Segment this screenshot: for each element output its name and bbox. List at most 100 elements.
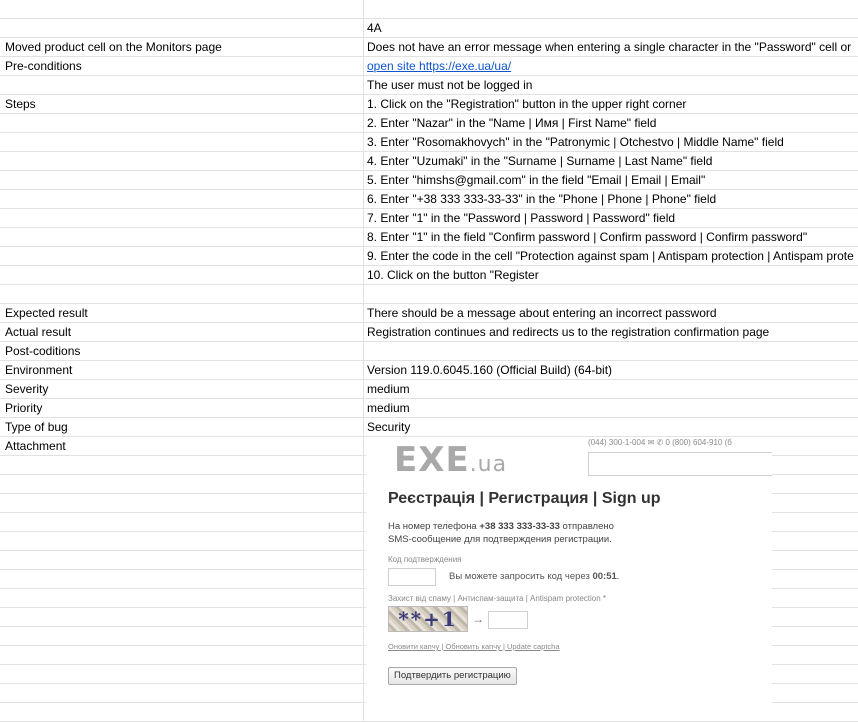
value-cell[interactable]: 6. Enter "+38 333 333-33-33" in the "Pho… (364, 190, 858, 208)
label-cell[interactable]: Environment (0, 361, 364, 379)
label-cell[interactable]: Type of bug (0, 418, 364, 436)
search-input[interactable] (588, 452, 772, 476)
antispam-label: Захист від спаму | Антиспам-защита | Ant… (388, 594, 607, 603)
value-cell[interactable]: open site https://exe.ua/ua/ (364, 57, 858, 75)
table-row: Moved product cell on the Monitors page D… (0, 38, 858, 57)
label-cell[interactable] (0, 532, 364, 550)
value-cell[interactable]: 10. Click on the button "Register (364, 266, 858, 284)
table-row: 9. Enter the code in the cell "Protectio… (0, 247, 858, 266)
label-cell[interactable]: Severity (0, 380, 364, 398)
label-cell[interactable] (0, 19, 364, 37)
value-cell[interactable]: 9. Enter the code in the cell "Protectio… (364, 247, 858, 265)
label-cell[interactable] (0, 114, 364, 132)
label-cell[interactable] (0, 684, 364, 702)
value-cell[interactable]: medium (364, 399, 858, 417)
label-cell[interactable] (0, 133, 364, 151)
label-cell[interactable] (0, 608, 364, 626)
label-cell[interactable] (0, 76, 364, 94)
table-row: Priority medium (0, 399, 858, 418)
table-row (0, 285, 858, 304)
label-cell[interactable] (0, 589, 364, 607)
value-cell[interactable]: The user must not be logged in (364, 76, 858, 94)
value-cell[interactable]: 5. Enter "himshs@gmail.com" in the field… (364, 171, 858, 189)
label-cell[interactable] (0, 456, 364, 474)
label-cell[interactable]: Pre-conditions (0, 57, 364, 75)
table-row: 2. Enter "Nazar" in the "Name | Имя | Fi… (0, 114, 858, 133)
table-row: Expected result There should be a message… (0, 304, 858, 323)
label-cell[interactable] (0, 494, 364, 512)
captcha-input[interactable] (488, 611, 528, 629)
code-label: Код подтверждения (388, 555, 462, 564)
code-input[interactable] (388, 568, 436, 586)
label-cell[interactable]: Expected result (0, 304, 364, 322)
table-row: The user must not be logged in (0, 76, 858, 95)
value-cell[interactable]: There should be a message about entering… (364, 304, 858, 322)
label-cell[interactable] (0, 551, 364, 569)
label-cell[interactable] (0, 266, 364, 284)
value-cell[interactable]: 4. Enter "Uzumaki" in the "Surname | Sur… (364, 152, 858, 170)
table-row: 4A (0, 19, 858, 38)
table-row: 4. Enter "Uzumaki" in the "Surname | Sur… (0, 152, 858, 171)
captcha-image: **+1 (388, 606, 468, 632)
table-row: 7. Enter "1" in the "Password | Password… (0, 209, 858, 228)
table-row: 6. Enter "+38 333 333-33-33" in the "Pho… (0, 190, 858, 209)
value-cell[interactable] (364, 285, 858, 303)
table-row: Environment Version 119.0.6045.160 (Offic… (0, 361, 858, 380)
label-cell[interactable] (0, 475, 364, 493)
attachment-screenshot: (044) 300-1-004 ✉ ✆ 0 (800) 604-910 (б E… (366, 438, 772, 710)
label-cell[interactable]: Steps (0, 95, 364, 113)
value-cell[interactable]: Registration continues and redirects us … (364, 323, 858, 341)
value-cell[interactable]: medium (364, 380, 858, 398)
value-cell[interactable]: 2. Enter "Nazar" in the "Name | Имя | Fi… (364, 114, 858, 132)
label-cell[interactable] (0, 665, 364, 683)
table-row: Pre-conditions open site https://exe.ua/u… (0, 57, 858, 76)
table-row (0, 0, 858, 19)
value-cell[interactable]: 3. Enter "Rosomakhovych" in the "Patrony… (364, 133, 858, 151)
value-cell[interactable] (364, 342, 858, 360)
resend-timer: Вы можете запросить код через 00:51. (449, 571, 620, 582)
update-captcha-link[interactable]: Оновити капчу | Обновить капчу | Update … (388, 642, 560, 651)
label-cell[interactable] (0, 228, 364, 246)
table-row: Type of bug Security (0, 418, 858, 437)
table-row: 5. Enter "himshs@gmail.com" in the field… (0, 171, 858, 190)
contact-bar: (044) 300-1-004 ✉ ✆ 0 (800) 604-910 (б (588, 438, 732, 447)
table-row: 8. Enter "1" in the field "Confirm passw… (0, 228, 858, 247)
value-cell[interactable]: 8. Enter "1" in the field "Confirm passw… (364, 228, 858, 246)
exe-logo: EXE.ua (394, 440, 508, 480)
table-row: 10. Click on the button "Register (0, 266, 858, 285)
value-cell[interactable]: 7. Enter "1" in the "Password | Password… (364, 209, 858, 227)
label-cell[interactable]: Priority (0, 399, 364, 417)
table-row: Actual result Registration continues and … (0, 323, 858, 342)
value-cell[interactable]: 1. Click on the "Registration" button in… (364, 95, 858, 113)
label-cell[interactable] (0, 570, 364, 588)
label-cell[interactable]: Attachment (0, 437, 364, 455)
label-cell[interactable] (0, 513, 364, 531)
label-cell[interactable] (0, 0, 364, 18)
label-cell[interactable] (0, 247, 364, 265)
value-cell[interactable]: Security (364, 418, 858, 436)
value-cell[interactable]: Does not have an error message when ente… (364, 38, 858, 56)
label-cell[interactable] (0, 646, 364, 664)
label-cell[interactable] (0, 209, 364, 227)
value-cell[interactable]: 4A (364, 19, 858, 37)
label-cell[interactable] (0, 171, 364, 189)
table-row: Steps 1. Click on the "Registration" butt… (0, 95, 858, 114)
label-cell[interactable] (0, 703, 364, 721)
label-cell[interactable] (0, 152, 364, 170)
arrow-right-icon: → (472, 612, 484, 626)
table-row: 3. Enter "Rosomakhovych" in the "Patrony… (0, 133, 858, 152)
confirm-registration-button[interactable]: Подтвердить регистрацию (388, 667, 517, 685)
table-row: Severity medium (0, 380, 858, 399)
label-cell[interactable] (0, 190, 364, 208)
site-link[interactable]: open site https://exe.ua/ua/ (367, 59, 511, 73)
table-row: Post-coditions (0, 342, 858, 361)
label-cell[interactable] (0, 627, 364, 645)
label-cell[interactable] (0, 285, 364, 303)
value-cell[interactable]: Version 119.0.6045.160 (Official Build) … (364, 361, 858, 379)
value-cell[interactable] (364, 0, 858, 18)
label-cell[interactable]: Moved product cell on the Monitors page (0, 38, 364, 56)
sms-message: На номер телефона +38 333 333-33-33 отпр… (388, 521, 614, 545)
page-title: Реєстрація | Регистрация | Sign up (388, 490, 661, 507)
label-cell[interactable]: Post-coditions (0, 342, 364, 360)
label-cell[interactable]: Actual result (0, 323, 364, 341)
